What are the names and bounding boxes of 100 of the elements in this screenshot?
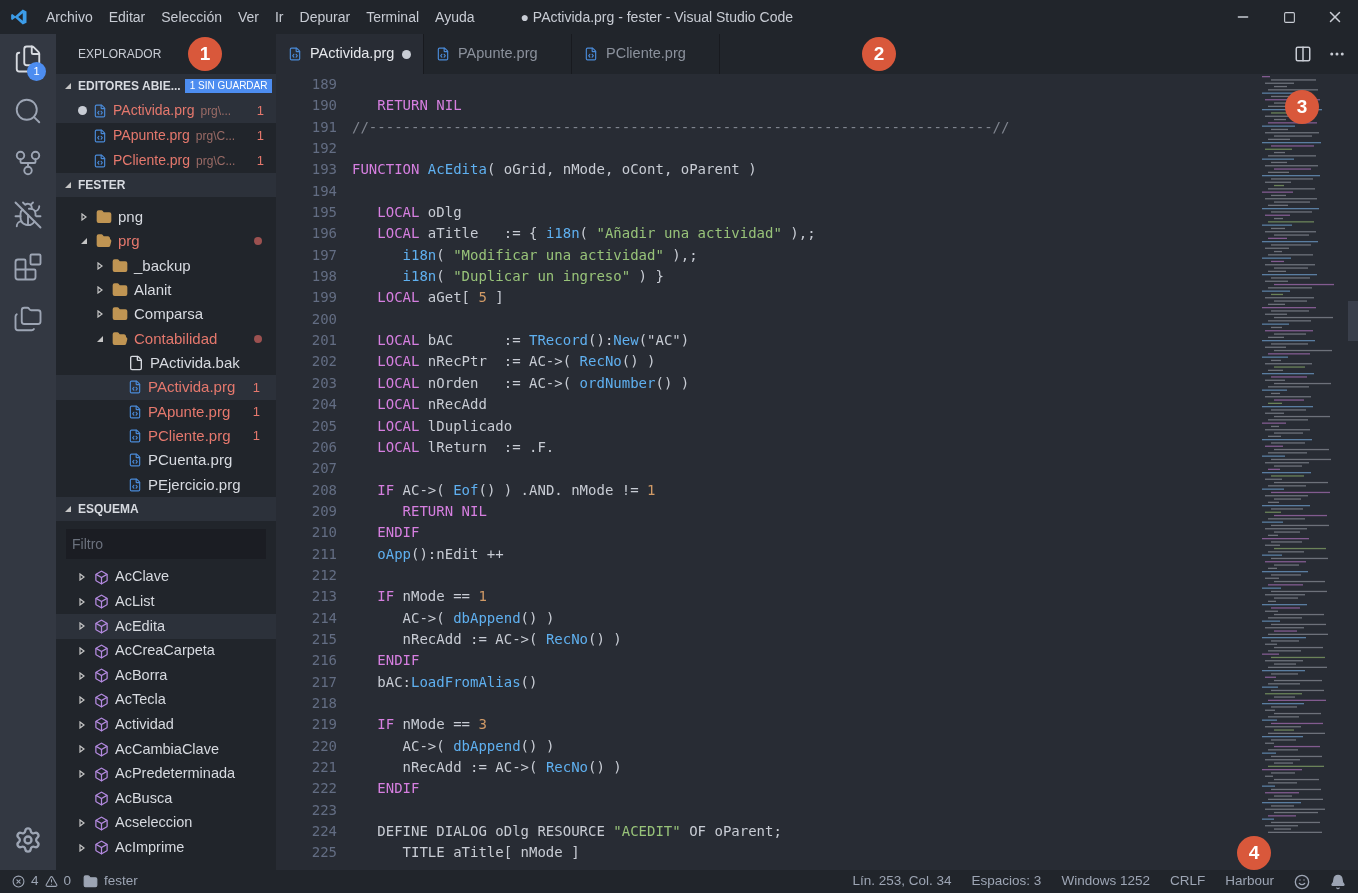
outline-label: AcBusca xyxy=(115,788,173,808)
collapsed-caret-icon[interactable] xyxy=(78,696,86,705)
menu-item[interactable]: Archivo xyxy=(38,6,101,28)
tree-item[interactable]: Alanit xyxy=(56,278,276,303)
expanded-caret-icon[interactable] xyxy=(96,334,104,343)
section-header[interactable]: ESQUEMA xyxy=(56,497,276,521)
menu-item[interactable]: Selección xyxy=(153,6,230,28)
expanded-caret-icon[interactable] xyxy=(64,82,72,90)
warning-count[interactable]: 0 xyxy=(63,871,72,892)
tree-item[interactable]: PActivida.bak xyxy=(56,350,276,376)
outline-item[interactable]: AcPredeterminada xyxy=(56,761,276,787)
outline-item[interactable]: AcTecla xyxy=(56,687,276,713)
tree-item[interactable]: png xyxy=(56,205,276,230)
line-number: 220 xyxy=(311,736,337,756)
section-header[interactable]: FESTER xyxy=(56,173,276,197)
section-header[interactable]: EDITORES ABIE... 1 SIN GUARDAR xyxy=(56,74,276,98)
menu-item[interactable]: Editar xyxy=(100,6,154,28)
collapsed-caret-icon[interactable] xyxy=(96,286,104,295)
collapsed-caret-icon[interactable] xyxy=(78,622,86,631)
outline-item[interactable]: AcImprime xyxy=(56,835,276,861)
cursor-position[interactable]: Lín. 253, Col. 34 xyxy=(852,871,952,892)
outline-item[interactable]: AcClave xyxy=(56,565,276,590)
split-editor-icon[interactable] xyxy=(1294,45,1312,63)
expanded-caret-icon[interactable] xyxy=(64,181,72,189)
open-editor-item[interactable]: PCliente.prg prg\C... 1 xyxy=(56,148,276,173)
code-line: LOCAL nOrden := AC->( ordNumber() ) xyxy=(376,373,691,393)
collapsed-caret-icon[interactable] xyxy=(78,843,86,852)
tree-item[interactable]: _backup xyxy=(56,253,276,278)
filter-field[interactable]: Filtro xyxy=(66,529,266,559)
code-line: LOCAL oDlg xyxy=(376,203,463,223)
menu-item[interactable]: Ver xyxy=(229,6,267,28)
code-line: RETURN NIL xyxy=(401,501,488,521)
open-editor-item[interactable]: PApunte.prg prg\C... 1 xyxy=(56,123,276,148)
collapsed-caret-icon[interactable] xyxy=(80,213,88,222)
collapsed-caret-icon[interactable] xyxy=(78,671,86,680)
menu-item[interactable]: Depurar xyxy=(291,6,359,28)
module-icon xyxy=(94,594,109,610)
menu-item[interactable]: Terminal xyxy=(358,6,428,28)
tree-item[interactable]: PEjercicio.prg xyxy=(56,472,276,497)
folder-name[interactable]: fester xyxy=(104,871,138,892)
outline-item[interactable]: AcEdita xyxy=(56,614,276,639)
search-icon[interactable] xyxy=(13,96,43,126)
files-icon[interactable] xyxy=(13,44,43,74)
settings-icon[interactable] xyxy=(14,826,42,854)
outline-item[interactable]: AcBorra xyxy=(56,663,276,688)
line-number: 193 xyxy=(311,160,337,180)
bug-icon[interactable] xyxy=(13,200,43,230)
outline-item[interactable]: AcList xyxy=(56,589,276,615)
open-editor-item[interactable]: PActivida.prg prg\... 1 xyxy=(56,98,276,123)
expanded-caret-icon[interactable] xyxy=(80,237,88,246)
tree-item[interactable]: PApunte.prg 1 xyxy=(56,399,276,424)
editor-tab[interactable]: PActivida.prg xyxy=(276,34,424,74)
folders-icon[interactable] xyxy=(13,304,43,334)
collapsed-caret-icon[interactable] xyxy=(78,647,86,656)
outline-item[interactable]: AcCreaCarpeta xyxy=(56,638,276,664)
tree-item[interactable]: PCliente.prg 1 xyxy=(56,423,276,449)
outline-item[interactable]: Acseleccion xyxy=(56,810,276,836)
editor-tab[interactable]: PCliente.prg xyxy=(572,34,720,74)
menu-item[interactable]: Ir xyxy=(267,6,292,28)
extensions-icon[interactable] xyxy=(13,252,43,282)
feedback-icon[interactable] xyxy=(1294,873,1310,890)
file-path: prg\... xyxy=(200,102,233,120)
outline-item[interactable]: AcCambiaClave xyxy=(56,737,276,762)
branch-icon[interactable] xyxy=(13,148,43,178)
tree-item[interactable]: PActivida.prg 1 xyxy=(56,375,276,400)
collapsed-caret-icon[interactable] xyxy=(78,597,86,606)
outline-item[interactable]: Actividad xyxy=(56,712,276,738)
collapsed-caret-icon[interactable] xyxy=(78,819,86,828)
menu-item[interactable]: Ayuda xyxy=(427,6,483,28)
error-icon[interactable] xyxy=(12,875,25,888)
outline-item[interactable]: AcBusca xyxy=(56,786,276,811)
collapsed-caret-icon[interactable] xyxy=(78,573,86,582)
collapsed-caret-icon[interactable] xyxy=(78,770,86,779)
editor-tab[interactable]: PApunte.prg xyxy=(424,34,572,74)
collapsed-caret-icon[interactable] xyxy=(78,745,86,754)
line-number: 218 xyxy=(311,693,337,713)
tree-item[interactable]: prg xyxy=(56,229,276,254)
expanded-caret-icon[interactable] xyxy=(64,505,72,513)
collapsed-caret-icon[interactable] xyxy=(96,261,104,270)
bell-icon[interactable] xyxy=(1330,873,1346,890)
tree-item[interactable]: PCuenta.prg xyxy=(56,448,276,473)
error-count[interactable]: 4 xyxy=(31,871,39,892)
line-number: 203 xyxy=(311,373,337,393)
collapsed-caret-icon[interactable] xyxy=(78,720,86,729)
encoding[interactable]: Windows 1252 xyxy=(1061,871,1150,892)
tree-item[interactable]: Contabilidad xyxy=(56,326,276,351)
collapsed-caret-icon[interactable] xyxy=(96,310,104,319)
line-endings[interactable]: CRLF xyxy=(1169,871,1206,892)
code-file-icon xyxy=(436,47,450,61)
problem-count: 1 xyxy=(252,403,260,422)
indentation[interactable]: Espacios: 3 xyxy=(971,871,1042,892)
maximize-icon[interactable] xyxy=(1282,10,1296,24)
warning-icon[interactable] xyxy=(44,875,58,888)
tree-item-label: PEjercicio.prg xyxy=(148,474,242,495)
language-mode[interactable]: Harbour xyxy=(1225,871,1274,892)
outline-label: Actividad xyxy=(115,715,174,734)
tree-item-label: PActivida.prg xyxy=(148,377,237,398)
tree-item[interactable]: Comparsa xyxy=(56,302,276,327)
code-line: ENDIF xyxy=(376,523,421,543)
line-number: 206 xyxy=(311,437,337,457)
